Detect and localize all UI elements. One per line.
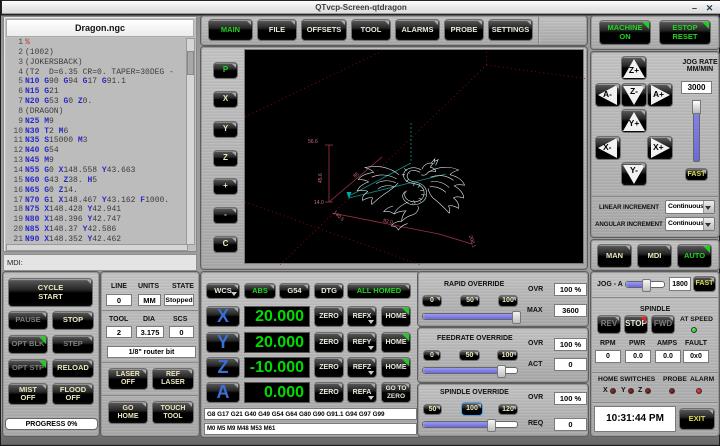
svg-text:56.6: 56.6: [308, 139, 318, 145]
svg-text:82.0: 82.0: [383, 218, 394, 226]
svg-text:140.5: 140.5: [332, 210, 345, 223]
svg-text:45.6: 45.6: [318, 173, 324, 183]
svg-text:14.0: 14.0: [314, 200, 324, 206]
svg-text:200.1: 200.1: [467, 235, 477, 249]
